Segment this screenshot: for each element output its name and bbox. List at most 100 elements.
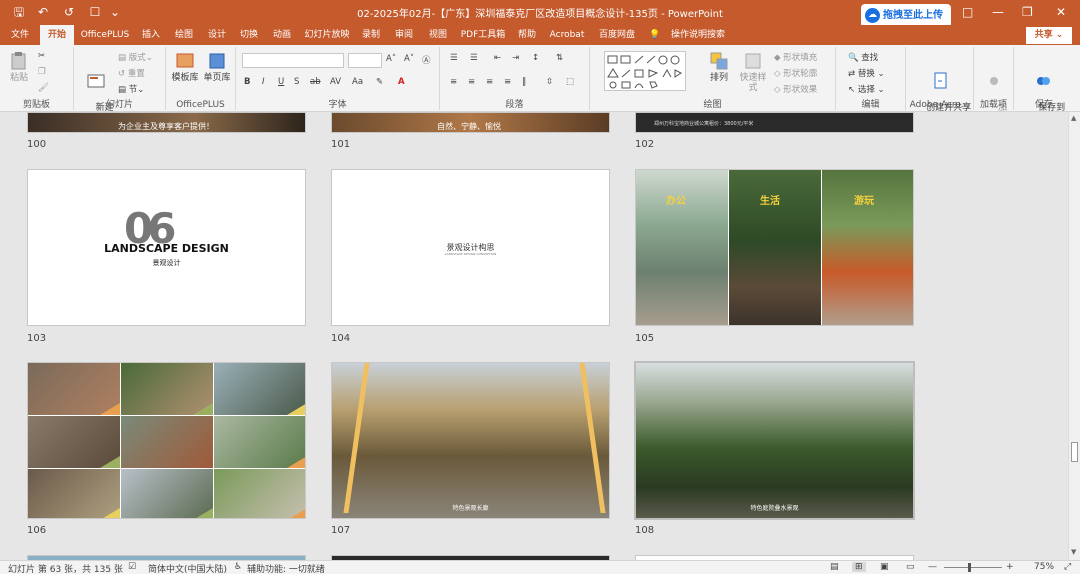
slide-thumbnail[interactable] xyxy=(27,362,306,519)
reading-view-icon[interactable]: ▣ xyxy=(880,562,889,572)
slide-sorter-view-icon[interactable]: ⊞ xyxy=(852,562,866,572)
status-bar: 幻灯片 第 63 张，共 135 张 ☑ 简体中文(中国大陆) ♿ 辅助功能: … xyxy=(0,560,1080,574)
shapes-gallery[interactable] xyxy=(604,51,686,91)
align-center-icon[interactable]: ≡ xyxy=(468,77,475,87)
strikethrough-icon[interactable]: ab xyxy=(310,77,321,87)
font-size-input[interactable] xyxy=(348,53,382,68)
tab-officeplus[interactable]: OfficePLUS xyxy=(77,25,133,45)
numbering-icon[interactable]: ☰ xyxy=(470,53,478,63)
language-indicator[interactable]: 简体中文(中国大陆) xyxy=(148,562,227,574)
shape-effects-button[interactable]: ◇ 形状效果 xyxy=(774,83,817,95)
select-button[interactable]: ↖ 选择 ⌄ xyxy=(848,83,885,95)
bullets-icon[interactable]: ☰ xyxy=(450,53,458,63)
clear-format-icon[interactable]: Ⓐ xyxy=(422,54,431,66)
justify-icon[interactable]: ≡ xyxy=(504,77,511,87)
font-name-input[interactable] xyxy=(242,53,344,68)
shadow-icon[interactable]: S xyxy=(294,77,299,87)
template-library-button[interactable]: 模板库 xyxy=(170,51,200,83)
zoom-slider-thumb[interactable] xyxy=(968,563,971,572)
layout-button[interactable]: ▤ 版式⌄ xyxy=(118,51,153,63)
shape-outline-button[interactable]: ◇ 形状轮廓 xyxy=(774,67,817,79)
tab-review[interactable]: 审阅 xyxy=(388,25,420,45)
zoom-out-icon[interactable]: — xyxy=(928,562,937,572)
columns-icon[interactable]: ‖ xyxy=(522,77,526,87)
bold-icon[interactable]: B xyxy=(244,77,250,87)
copy-icon[interactable]: ❐ xyxy=(38,67,46,77)
spellcheck-icon[interactable]: ☑ xyxy=(128,562,136,572)
tell-me-search[interactable]: 操作说明搜索 xyxy=(666,25,730,45)
vertical-scrollbar[interactable]: ▲ ▼ xyxy=(1068,112,1080,560)
undo-icon[interactable]: ↶ xyxy=(34,4,52,20)
align-right-icon[interactable]: ≡ xyxy=(486,77,493,87)
tab-draw[interactable]: 绘图 xyxy=(169,25,199,45)
save-icon[interactable]: 🖫 xyxy=(10,4,28,20)
increase-indent-icon[interactable]: ⇥ xyxy=(512,53,519,63)
find-button[interactable]: 🔍 查找 xyxy=(848,51,878,63)
shape-fill-button[interactable]: ◆ 形状填充 xyxy=(774,51,817,63)
italic-icon[interactable]: I xyxy=(262,77,265,87)
align-text-icon[interactable]: ⇳ xyxy=(546,77,553,87)
quick-styles-button[interactable]: 快速样式 xyxy=(736,51,770,93)
tab-baidu[interactable]: 百度网盘 xyxy=(592,25,642,45)
ribbon-display-icon[interactable]: □ xyxy=(962,5,973,19)
tab-file[interactable]: 文件 xyxy=(4,25,36,45)
paste-button[interactable]: 粘贴 xyxy=(4,51,34,83)
decrease-indent-icon[interactable]: ⇤ xyxy=(494,53,501,63)
slide-thumbnail[interactable]: 为企业主及尊享客户提供！ xyxy=(27,112,306,133)
tab-record[interactable]: 录制 xyxy=(356,25,386,45)
spacing-icon[interactable]: AV xyxy=(330,77,341,87)
scroll-up-icon[interactable]: ▲ xyxy=(1071,114,1076,122)
presenter-icon[interactable]: ☐ xyxy=(86,4,104,20)
slide-thumbnail[interactable]: 特色景观长廊 xyxy=(331,362,610,519)
accessibility-icon[interactable]: ♿ xyxy=(234,562,242,572)
smartart-icon[interactable]: ⬚ xyxy=(566,77,574,87)
text-direction-icon[interactable]: ⇅ xyxy=(556,53,563,63)
arrange-button[interactable]: 排列 xyxy=(704,51,734,83)
tab-view[interactable]: 视图 xyxy=(422,25,454,45)
close-icon[interactable]: ✕ xyxy=(1056,5,1066,19)
accessibility-status[interactable]: 辅助功能: 一切就绪 xyxy=(247,562,325,574)
tab-animations[interactable]: 动画 xyxy=(266,25,298,45)
case-icon[interactable]: Aa xyxy=(352,77,363,87)
slide-thumbnail[interactable]: 景观设计构思 LANDSCAPE DESIGN CONCEPTION xyxy=(331,169,610,326)
align-left-icon[interactable]: ≡ xyxy=(450,77,457,87)
tab-pdf-toolbox[interactable]: PDF工具箱 xyxy=(456,25,510,45)
share-button[interactable]: 共享 ⌄ xyxy=(1026,27,1072,44)
minimize-icon[interactable]: — xyxy=(992,5,1004,19)
slide-thumbnail[interactable]: 郑州万科宝地商业城公寓租价：3800元/平米 xyxy=(635,112,914,133)
tab-slideshow[interactable]: 幻灯片放映 xyxy=(301,25,353,45)
customize-qat-icon[interactable]: ⌄ xyxy=(106,4,124,20)
replace-button[interactable]: ⇄ 替换 ⌄ xyxy=(848,67,885,79)
redo-icon[interactable]: ↺ xyxy=(60,4,78,20)
slide-thumbnail-selected[interactable]: 特色庭院叠水景观 xyxy=(634,361,915,520)
scroll-down-icon[interactable]: ▼ xyxy=(1071,548,1076,556)
font-shrink-icon[interactable]: A˅ xyxy=(404,54,414,64)
fit-to-window-icon[interactable]: ⤢ xyxy=(1064,562,1071,572)
line-spacing-icon[interactable]: ↕ xyxy=(532,53,539,63)
tab-insert[interactable]: 插入 xyxy=(136,25,166,45)
zoom-in-icon[interactable]: + xyxy=(1006,562,1014,572)
cut-icon[interactable]: ✂ xyxy=(38,51,45,61)
slide-thumbnail[interactable]: 办公 生活 游玩 xyxy=(635,169,914,326)
tab-home[interactable]: 开始 xyxy=(40,25,74,45)
tab-design[interactable]: 设计 xyxy=(202,25,232,45)
slide-thumbnail[interactable]: 06 LANDSCAPE DESIGN 景观设计 xyxy=(27,169,306,326)
maximize-icon[interactable]: ❐ xyxy=(1022,5,1033,19)
font-color-icon[interactable]: A xyxy=(398,77,405,87)
tab-transitions[interactable]: 切换 xyxy=(234,25,264,45)
font-grow-icon[interactable]: A˄ xyxy=(386,54,396,64)
single-page-button[interactable]: 单页库 xyxy=(202,51,232,83)
zoom-slider[interactable] xyxy=(944,567,1002,568)
highlight-icon[interactable]: ✎ xyxy=(376,77,383,87)
underline-icon[interactable]: U xyxy=(278,77,284,87)
zoom-level[interactable]: 75% xyxy=(1034,562,1054,572)
slide-thumbnail[interactable]: 自然、宁静、愉悦 xyxy=(331,112,610,133)
section-button[interactable]: ▤ 节⌄ xyxy=(118,83,144,95)
tab-acrobat[interactable]: Acrobat xyxy=(544,25,590,45)
format-painter-icon[interactable]: 🖌 xyxy=(38,83,49,93)
reset-button[interactable]: ↺ 重置 xyxy=(118,67,145,79)
tab-help[interactable]: 帮助 xyxy=(512,25,542,45)
scroll-thumb[interactable] xyxy=(1071,442,1078,462)
normal-view-icon[interactable]: ▤ xyxy=(830,562,839,572)
slideshow-view-icon[interactable]: ▭ xyxy=(906,562,915,572)
